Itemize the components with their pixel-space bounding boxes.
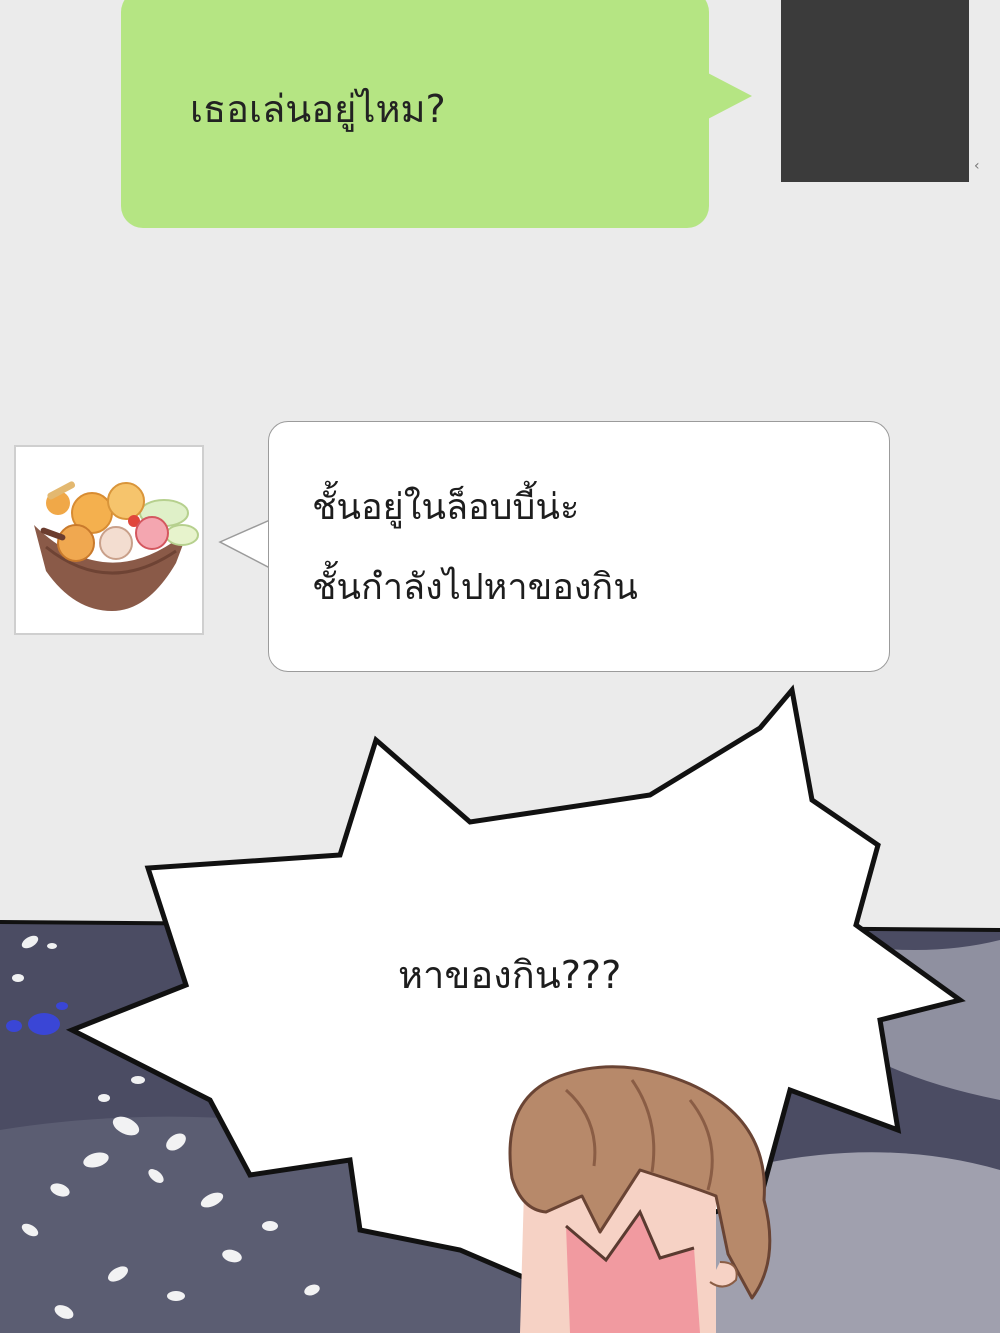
comic-scene: [0, 684, 1000, 1333]
shout-text: หาของกิน???: [398, 953, 622, 997]
